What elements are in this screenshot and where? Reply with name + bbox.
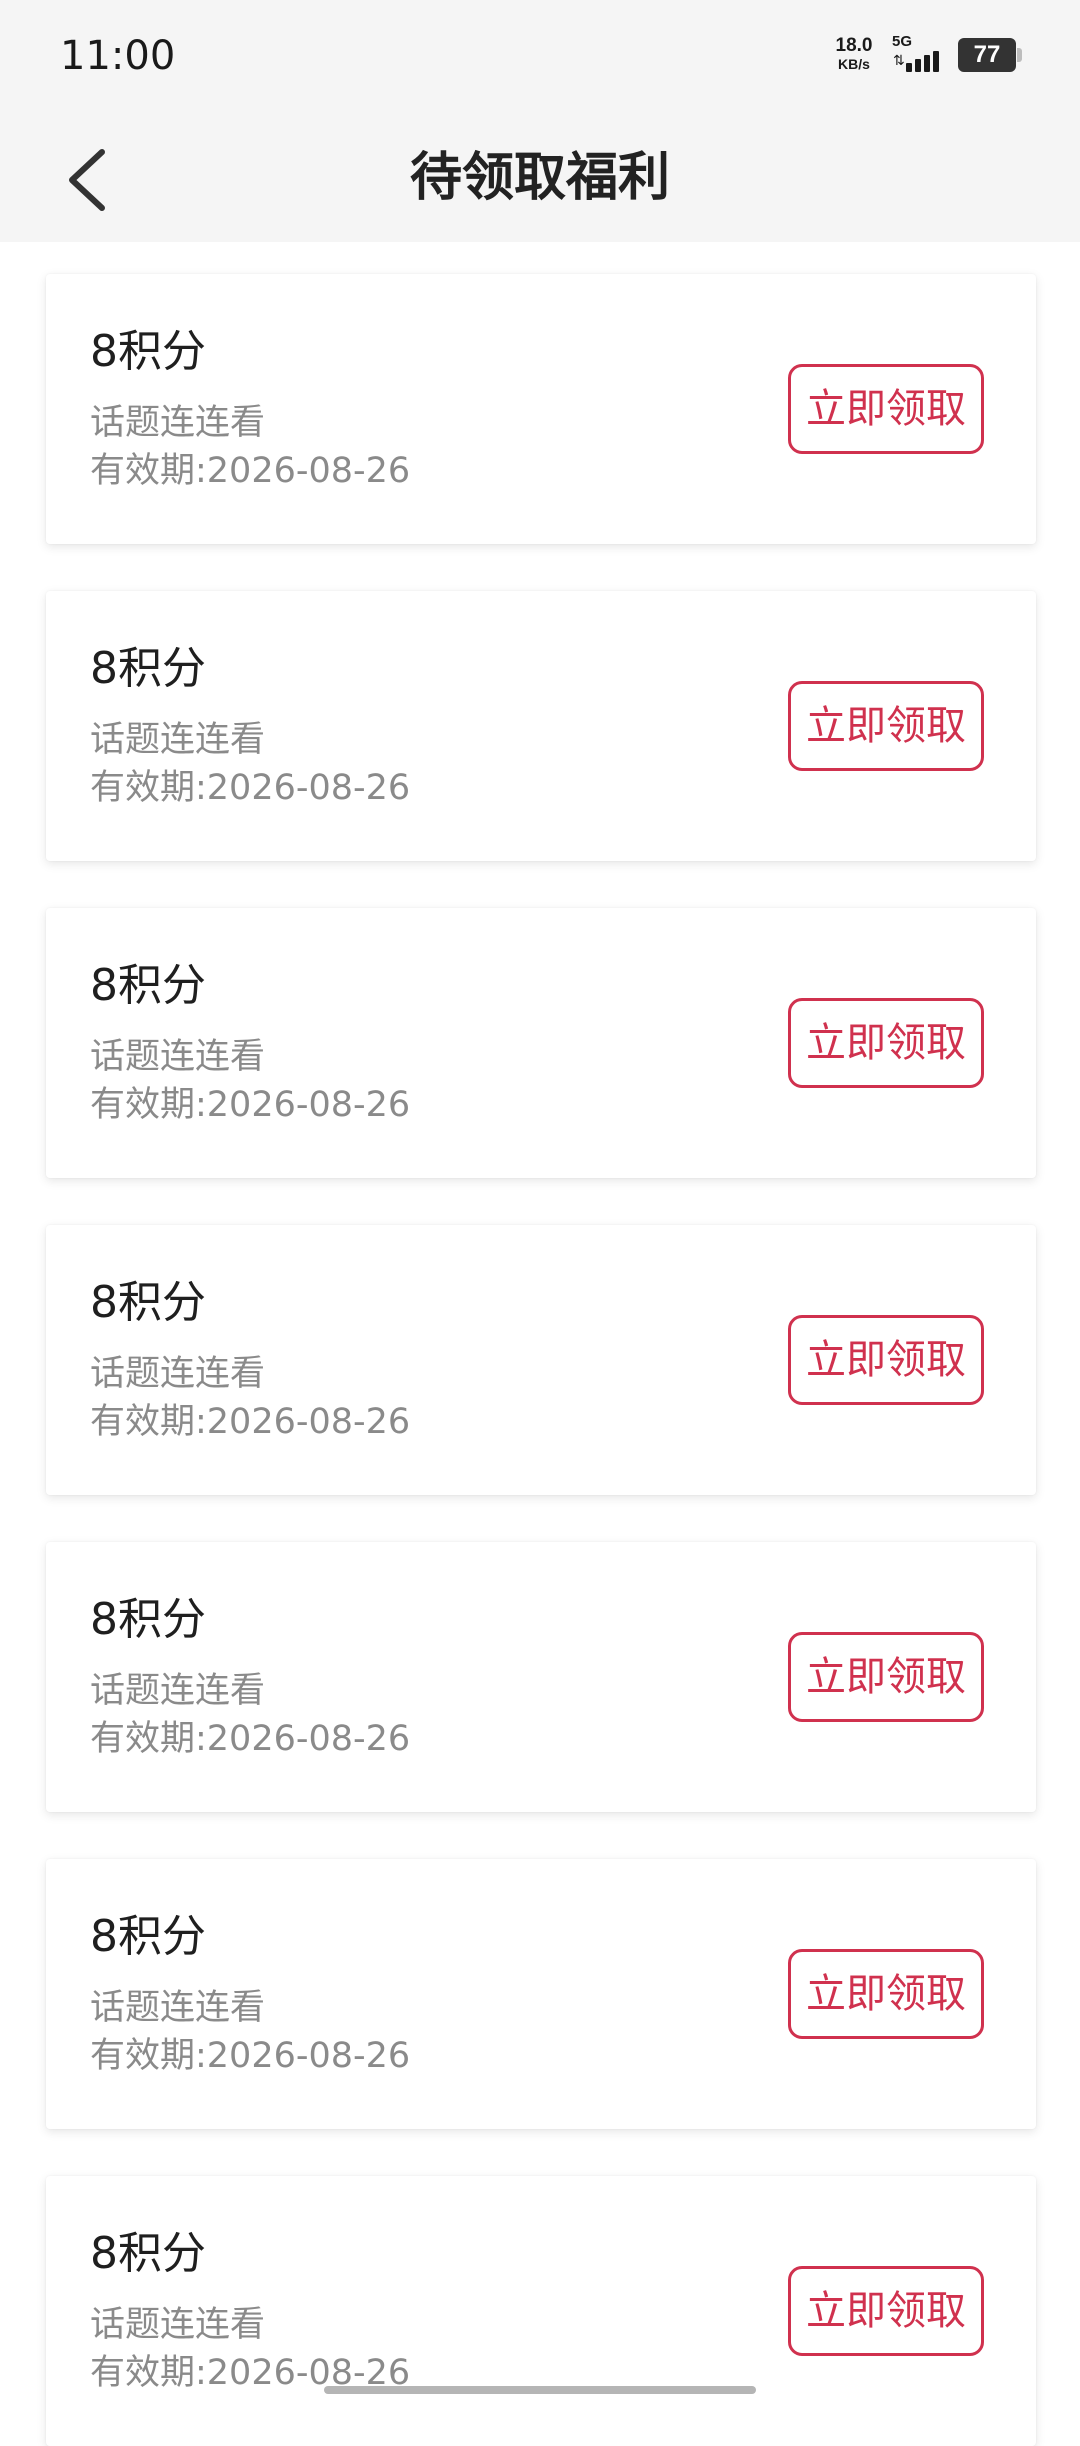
signal-bar <box>924 55 930 72</box>
reward-card: 8积分 话题连连看 有效期:2026-08-26 立即领取 <box>46 1542 1036 1812</box>
battery-icon: 77 <box>958 38 1022 72</box>
claim-button[interactable]: 立即领取 <box>788 1949 984 2039</box>
network-speed: 18.0 KB/s <box>832 35 876 73</box>
claim-button[interactable]: 立即领取 <box>788 681 984 771</box>
network-speed-value: 18.0 <box>835 35 873 56</box>
reward-expiry: 有效期:2026-08-26 <box>90 451 411 491</box>
reward-expiry: 有效期:2026-08-26 <box>90 1402 411 1442</box>
reward-points: 8积分 <box>90 643 206 694</box>
reward-points: 8积分 <box>90 1277 206 1328</box>
reward-card: 8积分 话题连连看 有效期:2026-08-26 立即领取 <box>46 908 1036 1178</box>
back-button[interactable] <box>56 140 136 220</box>
signal-bars-icon: 5G ⇅ <box>890 34 946 78</box>
reward-description: 话题连连看 <box>90 1988 266 2028</box>
chevron-left-icon <box>69 149 105 211</box>
network-type-label: 5G <box>892 33 913 50</box>
reward-points: 8积分 <box>90 2228 206 2279</box>
status-bar: 11:00 18.0 KB/s 5G ⇅ 77 <box>0 0 1080 118</box>
reward-expiry: 有效期:2026-08-26 <box>90 768 411 808</box>
signal-bar <box>915 59 921 72</box>
reward-description: 话题连连看 <box>90 720 266 760</box>
reward-description: 话题连连看 <box>90 403 266 443</box>
data-arrows-icon: ⇅ <box>893 53 905 69</box>
signal-bar <box>906 63 912 72</box>
reward-expiry: 有效期:2026-08-26 <box>90 1719 411 1759</box>
reward-expiry: 有效期:2026-08-26 <box>90 2036 411 2076</box>
page-header: 待领取福利 <box>0 118 1080 242</box>
reward-points: 8积分 <box>90 1594 206 1645</box>
home-indicator[interactable] <box>324 2386 756 2394</box>
status-time: 11:00 <box>60 33 176 79</box>
reward-points: 8积分 <box>90 326 206 377</box>
reward-points: 8积分 <box>90 960 206 1011</box>
reward-expiry: 有效期:2026-08-26 <box>90 1085 411 1125</box>
reward-points: 8积分 <box>90 1911 206 1962</box>
reward-card: 8积分 话题连连看 有效期:2026-08-26 立即领取 <box>46 591 1036 861</box>
reward-card: 8积分 话题连连看 有效期:2026-08-26 立即领取 <box>46 1225 1036 1495</box>
signal-bar <box>933 51 939 72</box>
reward-description: 话题连连看 <box>90 2305 266 2345</box>
claim-button[interactable]: 立即领取 <box>788 1315 984 1405</box>
claim-button[interactable]: 立即领取 <box>788 998 984 1088</box>
network-speed-unit: KB/s <box>838 56 870 72</box>
battery-level: 77 <box>973 41 1001 68</box>
reward-description: 话题连连看 <box>90 1671 266 1711</box>
claim-button[interactable]: 立即领取 <box>788 2266 984 2356</box>
page-title: 待领取福利 <box>409 148 670 208</box>
claim-button[interactable]: 立即领取 <box>788 1632 984 1722</box>
reward-card: 8积分 话题连连看 有效期:2026-08-26 立即领取 <box>46 2176 1036 2446</box>
reward-description: 话题连连看 <box>90 1354 266 1394</box>
reward-card: 8积分 话题连连看 有效期:2026-08-26 立即领取 <box>46 274 1036 544</box>
claim-button[interactable]: 立即领取 <box>788 364 984 454</box>
reward-card: 8积分 话题连连看 有效期:2026-08-26 立即领取 <box>46 1859 1036 2129</box>
reward-description: 话题连连看 <box>90 1037 266 1077</box>
